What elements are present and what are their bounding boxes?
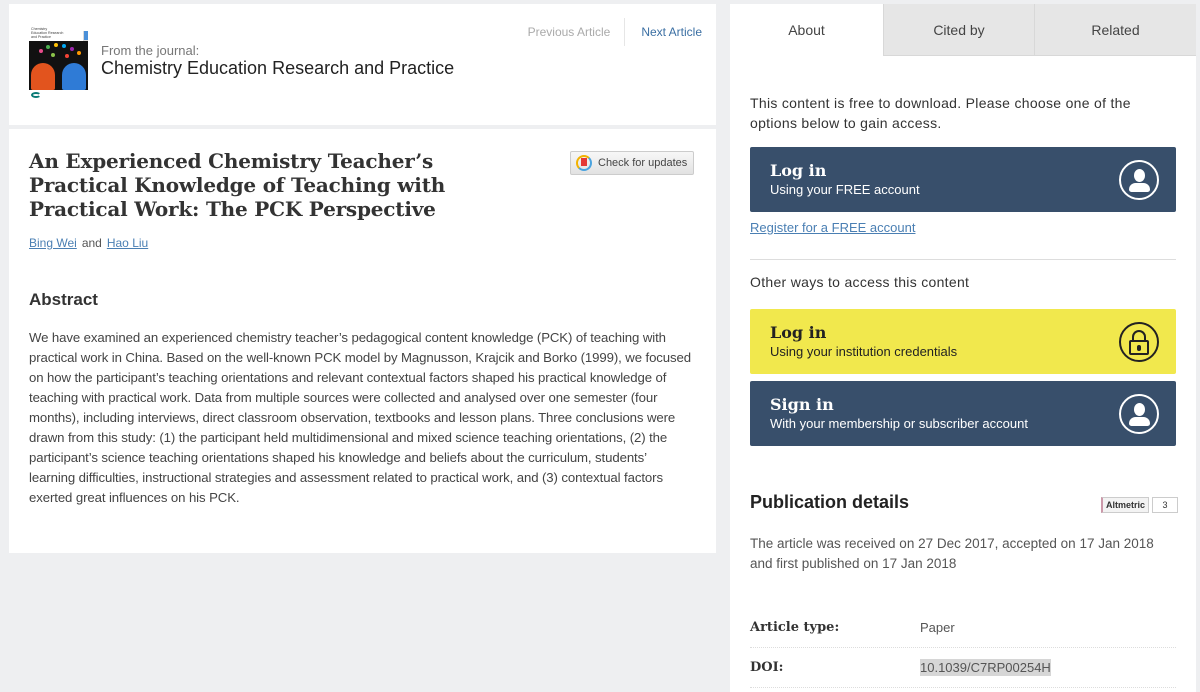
article-title: An Experienced Chemistry Teacher’s Pract…: [29, 149, 446, 221]
article-navigation: Previous Article Next Article: [528, 18, 702, 46]
abstract-heading: Abstract: [29, 290, 98, 309]
crossmark-icon: [576, 155, 592, 171]
sidebar: About Cited by Related This content is f…: [730, 4, 1196, 692]
user-icon: [1119, 393, 1159, 434]
sidebar-tabs: About Cited by Related: [730, 4, 1196, 56]
previous-article-link[interactable]: Previous Article: [528, 18, 626, 46]
check-for-updates-button[interactable]: Check for updates: [570, 151, 694, 175]
altmetric-badge[interactable]: Altmetric 3: [1101, 497, 1179, 513]
detail-label: DOI:: [750, 660, 784, 675]
button-subtitle: With your membership or subscriber accou…: [770, 415, 1028, 431]
button-title: Log in: [770, 160, 827, 180]
login-free-account-button[interactable]: Log in Using your FREE account: [750, 147, 1176, 212]
doi-row: DOI: 10.1039/C7RP00254H: [750, 648, 1176, 688]
tab-cited-by[interactable]: Cited by: [883, 4, 1034, 56]
detail-label: Article type:: [750, 620, 840, 635]
next-article-link[interactable]: Next Article: [625, 18, 702, 46]
tab-related[interactable]: Related: [1034, 4, 1196, 56]
publication-dates: The article was received on 27 Dec 2017,…: [750, 536, 1154, 571]
login-institution-button[interactable]: Log in Using your institution credential…: [750, 309, 1176, 374]
cover-head-right: [62, 63, 86, 90]
journal-cover-image[interactable]: Chemistry Education Research and Practice: [29, 27, 88, 90]
sign-in-membership-button[interactable]: Sign in With your membership or subscrib…: [750, 381, 1176, 446]
author-link[interactable]: Hao Liu: [107, 236, 148, 250]
other-ways-heading: Other ways to access this content: [750, 274, 970, 290]
publication-details-heading: Publication details: [750, 492, 910, 512]
button-subtitle: Using your institution credentials: [770, 343, 958, 359]
button-subtitle: Using your FREE account: [770, 181, 920, 197]
article-type-row: Article type: Paper: [750, 608, 1176, 648]
cover-head-left: [31, 63, 55, 90]
altmetric-label: Altmetric: [1101, 497, 1150, 513]
tab-about[interactable]: About: [730, 4, 883, 56]
from-journal-label: From the journal:: [101, 43, 200, 58]
divider: [750, 259, 1176, 260]
journal-name-link[interactable]: Chemistry Education Research and Practic…: [101, 58, 454, 79]
author-joiner: and: [81, 236, 102, 250]
access-intro-text: This content is free to download. Please…: [750, 95, 1131, 131]
register-free-account-link[interactable]: Register for a FREE account: [750, 220, 915, 235]
doi-value[interactable]: 10.1039/C7RP00254H: [920, 659, 1051, 676]
check-for-updates-label: Check for updates: [598, 157, 688, 169]
main-column: Chemistry Education Research and Practice …: [9, 4, 716, 553]
abstract-text: We have examined an experienced chemistr…: [29, 330, 691, 505]
rsc-logo-icon: [31, 92, 41, 98]
detail-value: Paper: [920, 620, 955, 635]
user-icon: [1119, 159, 1159, 200]
author-link[interactable]: Bing Wei: [29, 236, 77, 250]
button-title: Log in: [770, 322, 827, 342]
lock-icon: [1119, 321, 1159, 362]
altmetric-score: 3: [1152, 497, 1179, 513]
button-title: Sign in: [770, 394, 834, 414]
journal-header: Chemistry Education Research and Practice …: [9, 4, 716, 125]
author-list: Bing Wei and Hao Liu: [29, 236, 148, 250]
article-card: An Experienced Chemistry Teacher’s Pract…: [9, 129, 716, 553]
